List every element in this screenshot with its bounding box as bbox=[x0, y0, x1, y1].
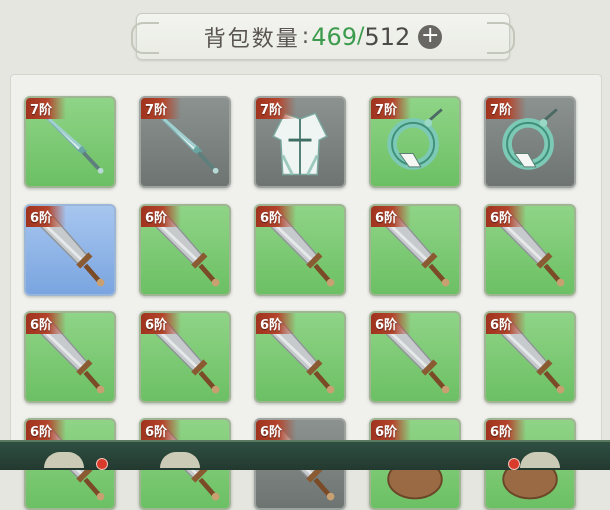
tier-badge: 7阶 bbox=[141, 98, 182, 119]
tier-badge: 7阶 bbox=[486, 98, 527, 119]
inventory-count-slash: / bbox=[357, 24, 365, 49]
tier-badge: 6阶 bbox=[371, 313, 412, 334]
inventory-current-count: 469 bbox=[311, 22, 357, 51]
inventory-slot[interactable]: 6阶 bbox=[484, 204, 576, 296]
tier-badge: 7阶 bbox=[371, 98, 412, 119]
tier-badge: 6阶 bbox=[141, 206, 182, 227]
tier-badge: 6阶 bbox=[371, 420, 412, 441]
tier-badge: 6阶 bbox=[141, 313, 182, 334]
inventory-slot[interactable]: 6阶 bbox=[139, 204, 231, 296]
inventory-count-label: 背包数量 bbox=[203, 26, 300, 52]
inventory-slot[interactable]: 7阶 bbox=[254, 96, 346, 188]
inventory-slot[interactable]: 7阶 bbox=[369, 96, 461, 188]
inventory-slot[interactable]: 6阶 bbox=[369, 311, 461, 403]
inventory-slot[interactable]: 6阶 bbox=[254, 311, 346, 403]
tier-badge: 6阶 bbox=[256, 313, 297, 334]
notification-dot-icon bbox=[96, 458, 108, 470]
tier-badge: 6阶 bbox=[486, 313, 527, 334]
inventory-slot[interactable]: 6阶 bbox=[24, 204, 116, 296]
tier-badge: 7阶 bbox=[26, 98, 67, 119]
tier-badge: 6阶 bbox=[486, 420, 527, 441]
tier-badge: 6阶 bbox=[256, 206, 297, 227]
inventory-slot[interactable]: 7阶 bbox=[484, 96, 576, 188]
inventory-slot[interactable]: 7阶 bbox=[139, 96, 231, 188]
tier-badge: 6阶 bbox=[26, 313, 67, 334]
tier-badge: 6阶 bbox=[26, 206, 67, 227]
inventory-slot[interactable]: 6阶 bbox=[139, 311, 231, 403]
inventory-slot[interactable]: 6阶 bbox=[24, 311, 116, 403]
expand-inventory-button[interactable]: + bbox=[418, 24, 443, 49]
tier-badge: 6阶 bbox=[141, 420, 182, 441]
tier-badge: 6阶 bbox=[371, 206, 412, 227]
inventory-max-count: 512 bbox=[364, 22, 411, 51]
notification-dot-icon bbox=[508, 458, 520, 470]
tier-badge: 6阶 bbox=[26, 420, 67, 441]
inventory-slot[interactable]: 6阶 bbox=[369, 204, 461, 296]
inventory-slot[interactable]: 7阶 bbox=[24, 96, 116, 188]
tier-badge: 6阶 bbox=[486, 206, 527, 227]
tier-badge: 7阶 bbox=[256, 98, 297, 119]
inventory-slot[interactable]: 6阶 bbox=[484, 311, 576, 403]
inventory-slot[interactable]: 6阶 bbox=[254, 204, 346, 296]
inventory-capacity-banner: 背包数量 : 469 / 512 + bbox=[131, 13, 515, 60]
inventory-count-separator: : bbox=[301, 24, 310, 49]
tier-badge: 6阶 bbox=[256, 420, 297, 441]
